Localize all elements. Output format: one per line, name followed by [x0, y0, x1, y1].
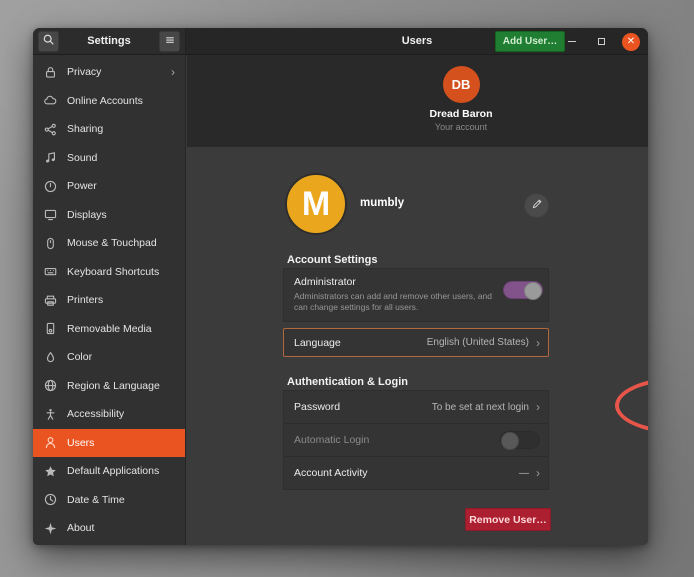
hamburger-icon: [164, 34, 176, 49]
language-row[interactable]: Language English (United States) ›: [283, 328, 549, 357]
user-name: mumbly: [630, 108, 648, 120]
search-icon: [42, 33, 55, 49]
administrator-label: Administrator: [294, 276, 538, 288]
header-left: Settings: [33, 28, 186, 54]
maximize-icon: [598, 38, 605, 45]
pencil-icon: [531, 198, 543, 213]
display-icon: [42, 207, 58, 223]
account-activity-row[interactable]: Account Activity — ›: [284, 457, 548, 489]
authentication-heading: Authentication & Login: [287, 376, 408, 388]
account-settings-heading: Account Settings: [287, 254, 377, 266]
remove-user-button[interactable]: Remove User…: [465, 508, 551, 531]
cloud-icon: [42, 93, 58, 109]
sidebar-item-privacy[interactable]: Privacy ›: [33, 58, 185, 87]
automatic-login-toggle: [500, 431, 540, 449]
user-name: Dread Baron: [401, 108, 521, 120]
sidebar-item-keyboard-shortcuts[interactable]: Keyboard Shortcuts: [33, 258, 185, 287]
avatar: DB: [443, 66, 480, 103]
header-bar: Settings Users Add User… ✕: [33, 28, 648, 55]
chevron-right-icon: ›: [171, 65, 175, 79]
edit-name-button[interactable]: [524, 193, 549, 218]
close-icon: ✕: [627, 36, 635, 47]
minimize-button[interactable]: [564, 34, 580, 50]
sidebar-item-online-accounts[interactable]: Online Accounts: [33, 87, 185, 116]
sidebar: Privacy › Online Accounts Sharing Sound …: [33, 55, 186, 545]
power-icon: [42, 178, 58, 194]
removable-media-icon: [42, 321, 58, 337]
toggle-knob: [524, 282, 542, 300]
sidebar-item-date-time[interactable]: Date & Time: [33, 486, 185, 515]
chevron-right-icon: ›: [536, 466, 540, 480]
star-icon: [42, 463, 58, 479]
sidebar-item-power[interactable]: Power: [33, 172, 185, 201]
chevron-right-icon: ›: [536, 336, 540, 350]
annotation-ellipse: [615, 377, 648, 434]
carousel-user-dread-baron[interactable]: DB Dread Baron Your account: [401, 66, 521, 132]
sidebar-item-users[interactable]: Users: [33, 429, 185, 458]
sidebar-item-default-applications[interactable]: Default Applications: [33, 457, 185, 486]
automatic-login-row: Automatic Login: [284, 424, 548, 457]
desktop: { "header": { "app_title": "Settings", "…: [0, 0, 694, 577]
password-label: Password: [294, 401, 432, 413]
administrator-toggle[interactable]: [503, 281, 543, 299]
search-button[interactable]: [38, 31, 59, 52]
carousel-user-mumbly[interactable]: M mumbly: [630, 66, 648, 120]
user-carousel: DB Dread Baron Your account M mumbly: [187, 55, 648, 147]
user-icon: [42, 435, 58, 451]
app-title: Settings: [59, 35, 159, 47]
authentication-group: Password To be set at next login › Autom…: [283, 390, 549, 490]
user-detail-panel: M mumbly Account Settings Administrator …: [187, 147, 648, 545]
sidebar-item-color[interactable]: Color: [33, 343, 185, 372]
share-icon: [42, 121, 58, 137]
toggle-knob: [501, 432, 519, 450]
printer-icon: [42, 292, 58, 308]
minimize-icon: [568, 41, 576, 43]
settings-window: Settings Users Add User… ✕ Privacy ›: [33, 28, 648, 545]
language-value: English (United States): [427, 337, 529, 348]
language-label: Language: [294, 337, 427, 349]
sidebar-item-sharing[interactable]: Sharing: [33, 115, 185, 144]
administrator-description: Administrators can add and remove other …: [294, 291, 492, 312]
sparkle-icon: [42, 520, 58, 536]
accessibility-icon: [42, 406, 58, 422]
maximize-button[interactable]: [593, 34, 609, 50]
sidebar-item-sound[interactable]: Sound: [33, 144, 185, 173]
sidebar-item-region-language[interactable]: Region & Language: [33, 372, 185, 401]
close-button[interactable]: ✕: [622, 33, 640, 51]
sidebar-item-removable-media[interactable]: Removable Media: [33, 315, 185, 344]
password-value: To be set at next login: [432, 402, 529, 413]
user-subtitle: Your account: [401, 122, 521, 132]
profile-name: mumbly: [360, 197, 404, 209]
sidebar-item-about[interactable]: About: [33, 514, 185, 543]
sidebar-item-displays[interactable]: Displays: [33, 201, 185, 230]
administrator-row: Administrator Administrators can add and…: [283, 268, 549, 322]
globe-icon: [42, 378, 58, 394]
account-activity-value: —: [519, 468, 529, 479]
add-user-button[interactable]: Add User…: [495, 31, 565, 52]
profile-avatar[interactable]: M: [285, 173, 347, 235]
header-right: Users Add User… ✕: [186, 28, 648, 54]
sidebar-item-printers[interactable]: Printers: [33, 286, 185, 315]
clock-icon: [42, 492, 58, 508]
account-activity-label: Account Activity: [294, 467, 519, 479]
menu-button[interactable]: [159, 31, 180, 52]
sidebar-item-accessibility[interactable]: Accessibility: [33, 400, 185, 429]
sidebar-item-mouse-touchpad[interactable]: Mouse & Touchpad: [33, 229, 185, 258]
music-note-icon: [42, 150, 58, 166]
chevron-right-icon: ›: [536, 400, 540, 414]
mouse-icon: [42, 235, 58, 251]
color-icon: [42, 349, 58, 365]
lock-icon: [42, 64, 58, 80]
automatic-login-label: Automatic Login: [294, 434, 500, 446]
window-controls: ✕: [564, 28, 640, 55]
password-row[interactable]: Password To be set at next login ›: [284, 391, 548, 424]
keyboard-icon: [42, 264, 58, 280]
